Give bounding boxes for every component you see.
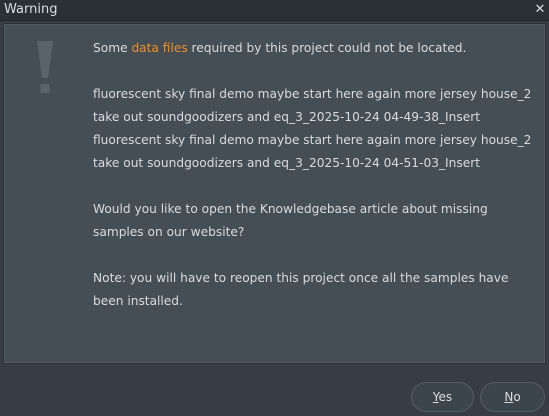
message-text: Some data files required by this project… [93, 37, 541, 313]
question-paragraph: Would you like to open the Knowledgebase… [93, 202, 488, 239]
button-bar: Yes No [0, 364, 549, 416]
no-label: o [513, 390, 521, 404]
exclamation-icon [37, 41, 53, 93]
intro-after: required by this project could not be lo… [187, 41, 467, 55]
missing-file-2: fluorescent sky final demo maybe start h… [93, 133, 532, 170]
yes-label: es [438, 390, 453, 404]
warning-dialog: Warning ✕ Some data files required by th… [0, 0, 549, 416]
no-button[interactable]: No [480, 382, 545, 412]
title-bar[interactable]: Warning ✕ [0, 0, 549, 21]
intro-before: Some [93, 41, 132, 55]
yes-button[interactable]: Yes [411, 382, 474, 412]
note-paragraph: Note: you will have to reopen this proje… [93, 271, 509, 308]
close-button[interactable]: ✕ [531, 0, 549, 20]
intro-paragraph: Some data files required by this project… [93, 37, 541, 60]
no-accelerator: N [504, 390, 514, 404]
message-panel: Some data files required by this project… [3, 23, 546, 364]
window-title: Warning [4, 2, 58, 17]
missing-file-1: fluorescent sky final demo maybe start h… [93, 87, 532, 124]
data-files-link[interactable]: data files [131, 41, 187, 55]
